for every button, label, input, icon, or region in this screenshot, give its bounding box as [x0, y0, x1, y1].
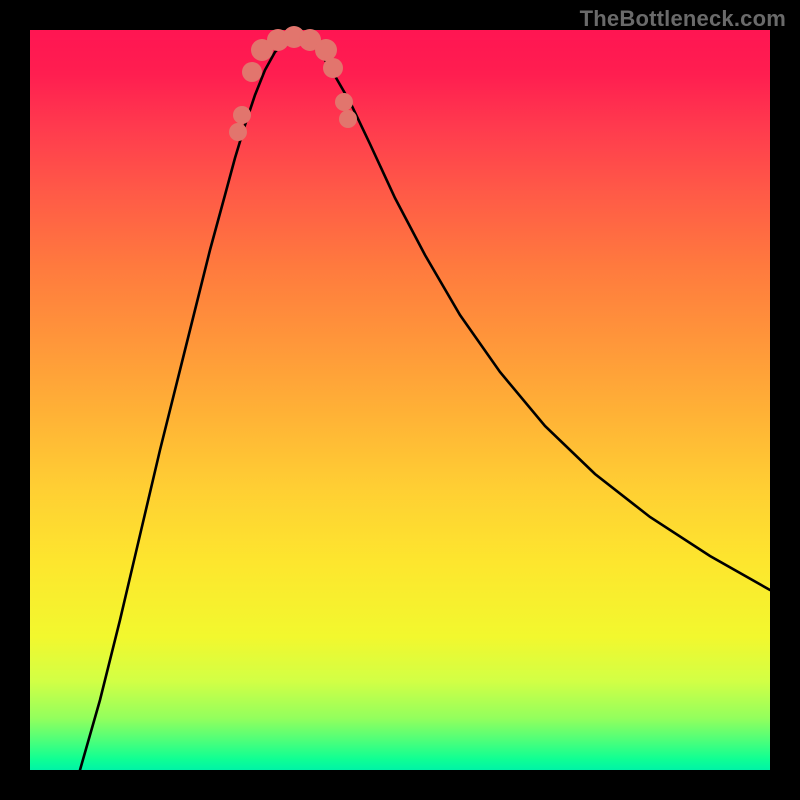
highlight-dot — [323, 58, 343, 78]
highlight-dot — [229, 123, 247, 141]
curve-right — [295, 37, 770, 590]
highlight-dot — [233, 106, 251, 124]
highlight-dot — [242, 62, 262, 82]
curve-left — [80, 37, 295, 770]
highlight-dot — [339, 110, 357, 128]
highlight-dot — [335, 93, 353, 111]
plot-area — [30, 30, 770, 770]
chart-stage: TheBottleneck.com — [0, 0, 800, 800]
watermark-text: TheBottleneck.com — [580, 6, 786, 32]
highlight-dot — [315, 39, 337, 61]
curve-layer — [30, 30, 770, 770]
highlight-markers — [229, 26, 357, 141]
